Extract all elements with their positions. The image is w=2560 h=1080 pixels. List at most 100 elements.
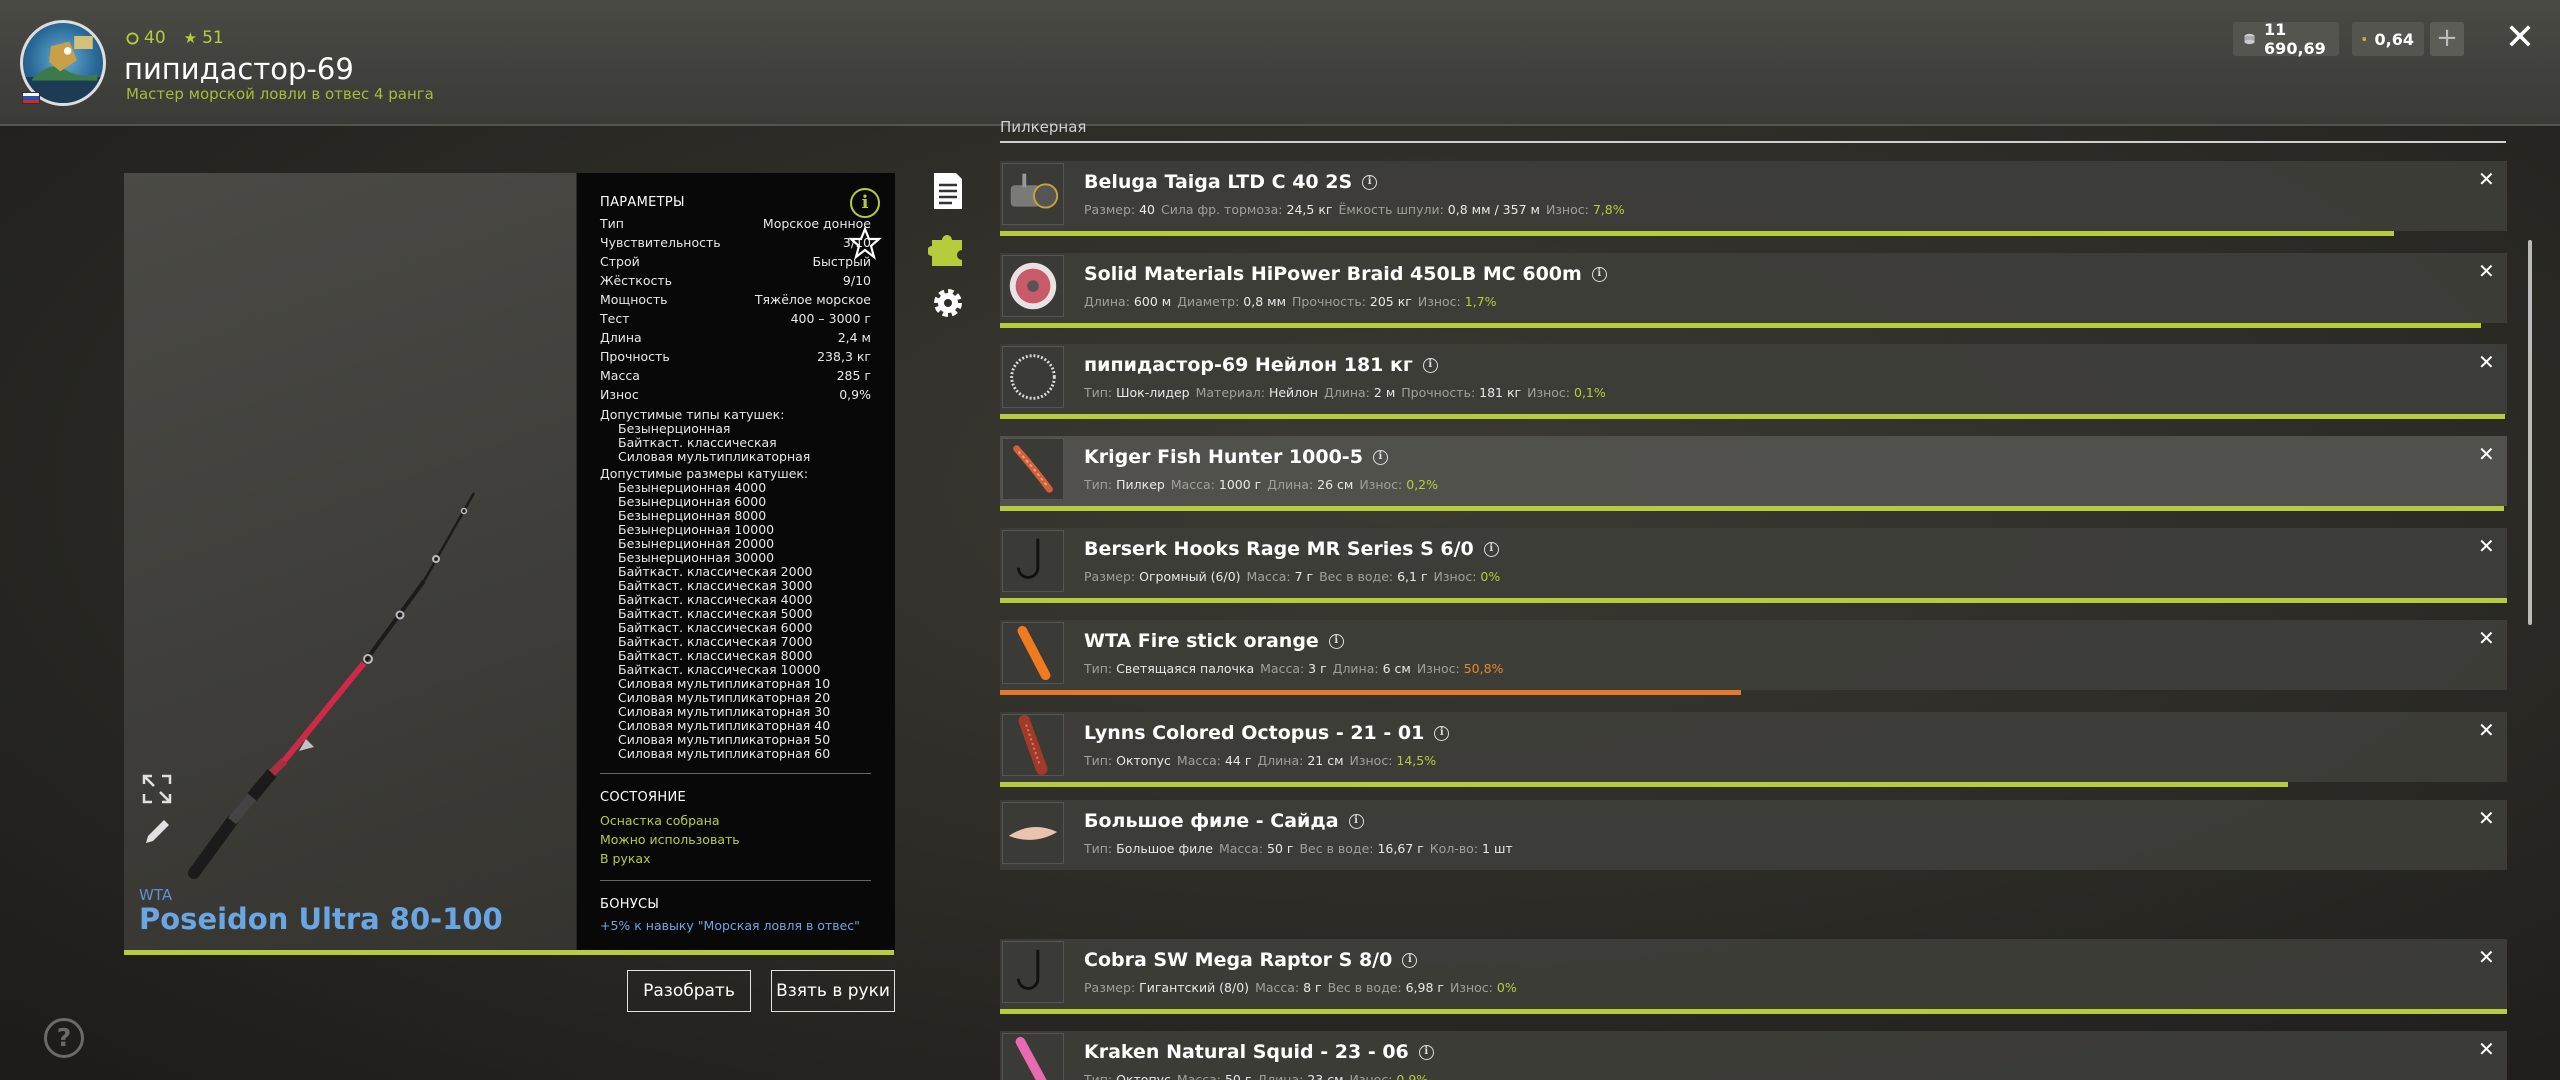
item-attr-value: Октопус: [1116, 1072, 1171, 1080]
take-in-hands-button[interactable]: Взять в руки: [771, 970, 895, 1012]
info-icon[interactable]: i: [1328, 633, 1344, 649]
item-attr-value: 50 г: [1267, 841, 1294, 856]
close-icon[interactable]: ✕: [2502, 20, 2538, 56]
firestick-icon: [1002, 622, 1064, 684]
info-icon[interactable]: i: [1422, 357, 1438, 373]
gear-icon[interactable]: [928, 283, 968, 323]
reel-entry: Байткаст. классическая 10000: [618, 662, 821, 677]
info-icon[interactable]: i: [1348, 813, 1364, 829]
item-attr-value: 23 см: [1307, 1072, 1344, 1080]
reel-entry: Силовая мультипликаторная 50: [618, 732, 831, 747]
tackle-item[interactable]: Lynns Colored Octopus - 21 - 01 i Тип: Окт…: [1000, 712, 2507, 787]
item-attr-label: Износ:: [1416, 661, 1460, 676]
item-attr-label: Прочность:: [1401, 385, 1476, 400]
pilker-icon: [1002, 438, 1064, 500]
item-attr-label: Износ:: [1349, 753, 1393, 768]
tackle-item[interactable]: WTA Fire stick orange i Тип: Светящаяся па…: [1000, 620, 2507, 695]
remove-item-icon[interactable]: ✕: [2478, 718, 2495, 742]
help-icon[interactable]: ?: [44, 1018, 84, 1058]
params-panel: ПАРАМЕТРЫ Тип Морское донное Чувствительно…: [577, 173, 895, 950]
remove-item-icon[interactable]: ✕: [2478, 259, 2495, 283]
info-icon[interactable]: i: [1362, 174, 1378, 190]
remove-item-icon[interactable]: ✕: [2478, 806, 2495, 830]
item-attr-label: Вес в воде:: [1327, 980, 1402, 995]
tackle-item[interactable]: Большое филе - Сайда i Тип: Большое филе Ма…: [1000, 800, 2507, 870]
param-row: Жёсткость 9/10: [600, 273, 871, 292]
favorite-star-icon[interactable]: [848, 226, 882, 260]
expand-icon[interactable]: [140, 772, 174, 806]
reel-entry: Безынерционная 30000: [618, 550, 775, 565]
document-icon[interactable]: [928, 171, 968, 211]
info-icon[interactable]: i: [1372, 449, 1388, 465]
state-title: СОСТОЯНИЕ: [600, 790, 687, 805]
remove-item-icon[interactable]: ✕: [2478, 442, 2495, 466]
tackle-item[interactable]: Berserk Hooks Rage MR Series S 6/0 i Разме…: [1000, 528, 2507, 603]
hook-icon: [1002, 941, 1064, 1003]
param-list: Тип Морское донное Чувствительность 3/10 Стр…: [600, 216, 871, 406]
param-row: Тип Морское донное: [600, 216, 871, 235]
param-row: Длина 2,4 м: [600, 330, 871, 349]
reel-entry: Безынерционная 10000: [618, 522, 775, 537]
gold-balance: 0,64: [2352, 22, 2424, 56]
info-icon[interactable]: i: [1434, 725, 1450, 741]
remove-item-icon[interactable]: ✕: [2478, 626, 2495, 650]
pencil-icon[interactable]: [140, 815, 174, 849]
item-attr-label: Вес в воде:: [1319, 569, 1394, 584]
info-icon[interactable]: i: [850, 188, 880, 218]
remove-item-icon[interactable]: ✕: [2478, 1037, 2495, 1061]
level-value: 40: [144, 28, 166, 48]
param-value: 2,4 м: [837, 330, 871, 345]
item-attr-value: 600 м: [1133, 294, 1172, 309]
player-stats: 40 ★ 51: [126, 28, 224, 48]
item-attr-label: Длина:: [1267, 477, 1314, 492]
reel-entry: Силовая мультипликаторная: [618, 449, 811, 464]
param-row: Мощность Тяжёлое морское: [600, 292, 871, 311]
add-currency-button[interactable]: +: [2430, 22, 2464, 56]
puzzle-icon[interactable]: [928, 228, 968, 268]
tackle-item[interactable]: пипидастор-69 Нейлон 181 кг i Тип: Шок-лид…: [1000, 344, 2507, 419]
reel-entry: Байткаст. классическая 3000: [618, 578, 813, 593]
scrollbar[interactable]: [2528, 240, 2532, 625]
wear-bar: [1000, 782, 2289, 787]
disassemble-button[interactable]: Разобрать: [627, 970, 751, 1012]
reel-icon: [1002, 163, 1064, 225]
player-rank: Мастер морской ловли в отвес 4 ранга: [126, 85, 434, 103]
item-attr-value: 50,8%: [1463, 661, 1504, 676]
item-name-text: Berserk Hooks Rage MR Series S 6/0: [1084, 538, 1474, 560]
item-attr-label: Масса:: [1260, 661, 1305, 676]
divider: [600, 880, 871, 881]
star-icon: ★: [183, 29, 198, 47]
item-name-text: Solid Materials HiPower Braid 450LB MC 6…: [1084, 263, 1582, 285]
remove-item-icon[interactable]: ✕: [2478, 167, 2495, 191]
remove-item-icon[interactable]: ✕: [2478, 350, 2495, 374]
reel-entry: Силовая мультипликаторная 40: [618, 718, 831, 733]
info-icon[interactable]: i: [1483, 541, 1499, 557]
tackle-item[interactable]: Kraken Natural Squid - 23 - 06 i Тип: Окто…: [1000, 1031, 2507, 1080]
info-icon[interactable]: i: [1402, 952, 1418, 968]
item-name: WTA Fire stick orange i: [1084, 630, 1344, 652]
gold-icon: [2362, 37, 2367, 41]
item-name: Berserk Hooks Rage MR Series S 6/0 i: [1084, 538, 1499, 560]
item-attr-label: Кол-во:: [1429, 841, 1479, 856]
tackle-item[interactable]: Cobra SW Mega Raptor S 8/0 i Размер: Гиган…: [1000, 939, 2507, 1014]
info-icon[interactable]: i: [1591, 266, 1607, 282]
tackle-item[interactable]: Beluga Taiga LTD C 40 2S i Размер: 40 Сила …: [1000, 161, 2507, 236]
remove-item-icon[interactable]: ✕: [2478, 945, 2495, 969]
param-row: Масса 285 г: [600, 368, 871, 387]
reel-entry: Безынерционная 6000: [618, 494, 767, 509]
state-item: Оснастка собрана: [600, 813, 720, 828]
item-attr-label: Износ:: [1527, 385, 1571, 400]
item-description: Тип: Октопус Масса: 50 г Длина: 23 см Износ…: [1084, 1072, 1428, 1080]
item-attr-value: 40: [1139, 202, 1156, 217]
tackle-item[interactable]: Kriger Fish Hunter 1000-5 i Тип: Пилкер Мас…: [1000, 436, 2507, 511]
item-attr-label: Масса:: [1176, 1072, 1221, 1080]
param-key: Длина: [600, 330, 642, 345]
tackle-item[interactable]: Solid Materials HiPower Braid 450LB MC 6…: [1000, 253, 2507, 328]
remove-item-icon[interactable]: ✕: [2478, 534, 2495, 558]
item-name: Kraken Natural Squid - 23 - 06 i: [1084, 1041, 1434, 1063]
item-attr-value: 0,8 мм: [1243, 294, 1286, 309]
silver-value: 11 690,69: [2264, 20, 2326, 58]
params-title: ПАРАМЕТРЫ: [600, 195, 685, 210]
info-icon[interactable]: i: [1418, 1044, 1434, 1060]
item-description: Размер: 40 Сила фр. тормоза: 24,5 кг Ёмкос…: [1084, 202, 1625, 217]
